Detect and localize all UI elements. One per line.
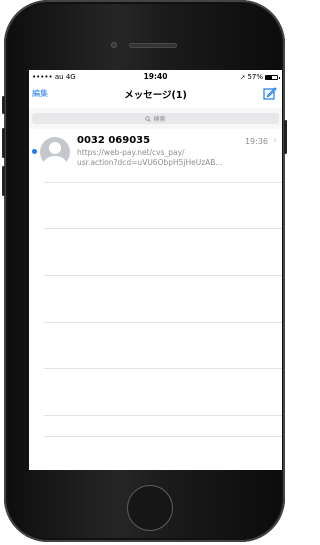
unread-dot-icon [32,149,37,154]
preview-line-1: https://web-pay.net/cvs_pay/ [77,148,185,157]
chevron-right-icon: › [273,136,277,146]
home-button[interactable] [127,485,173,531]
divider [44,322,282,323]
battery-fill [266,75,273,79]
avatar [40,137,70,167]
preview-line-2: usr.action?dcd=uVU6ObpH5jHeUzAB... [77,158,223,167]
message-sender: 0032 069035 [77,135,151,146]
search-icon [145,115,152,122]
divider [44,275,282,276]
page-title: メッセージ(1) [124,90,187,101]
divider [44,182,282,183]
battery-icon [265,74,280,80]
avatar-head [49,142,61,154]
status-right: ➚ 57% [240,73,280,81]
divider [44,415,282,416]
message-time: 19:36 [244,137,268,146]
divider [44,436,282,437]
phone-frame: ••••• au 4G 19:40 ➚ 57% 編集 メッセージ(1) 検索 0… [2,0,287,542]
location-arrow-icon: ➚ [240,73,246,81]
divider [44,368,282,369]
front-camera [111,42,117,48]
screen: ••••• au 4G 19:40 ➚ 57% 編集 メッセージ(1) 検索 0… [29,70,282,470]
search-input[interactable]: 検索 [32,113,279,124]
earpiece-speaker [129,43,177,48]
side-button [2,96,5,114]
avatar-body [43,156,67,167]
navigation-bar: 編集 メッセージ(1) [29,84,282,104]
power-button [284,120,287,154]
volume-up-button [2,128,5,158]
compose-icon[interactable] [263,86,277,100]
volume-down-button [2,166,5,196]
search-placeholder: 検索 [153,116,166,123]
status-bar: ••••• au 4G 19:40 ➚ 57% [29,70,282,84]
divider [44,228,282,229]
message-preview: https://web-pay.net/cvs_pay/ usr.action?… [77,148,267,168]
battery-percentage: 57% [247,73,263,81]
list-item[interactable]: 0032 069035 19:36 › https://web-pay.net/… [29,132,282,182]
